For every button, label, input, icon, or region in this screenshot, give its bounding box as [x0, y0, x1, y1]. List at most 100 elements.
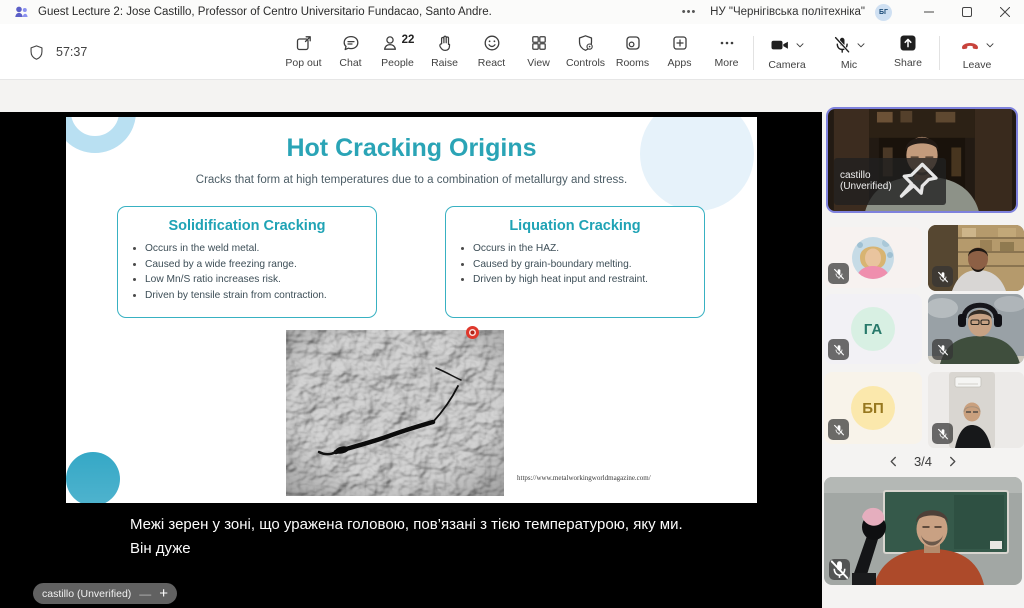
mic-muted-badge — [932, 339, 953, 360]
zoom-in-button[interactable]: + — [159, 587, 168, 600]
pinned-video-castillo[interactable]: castillo (Unverified) — [826, 107, 1018, 213]
view-button[interactable]: View — [515, 28, 562, 70]
bullet-item: Driven by tensile strain from contractio… — [145, 288, 376, 304]
mic-chevron-down-icon[interactable] — [855, 39, 867, 51]
pin-icon — [897, 160, 940, 203]
participant-tile-avatar-photo[interactable] — [824, 227, 922, 288]
rooms-icon — [623, 33, 643, 53]
camera-icon — [769, 35, 791, 55]
live-captions: Межі зерен у зоні, що уражена головою, п… — [130, 513, 730, 561]
mic-label: Mic — [841, 59, 857, 71]
participant-tile-video-2[interactable] — [928, 294, 1024, 364]
bullet-item: Caused by a wide freezing range. — [145, 257, 376, 273]
mic-button[interactable]: Mic — [818, 28, 880, 71]
camera-label: Camera — [768, 59, 805, 71]
participant-video-scene-office — [949, 372, 995, 448]
apps-plus-icon — [670, 33, 690, 53]
pagination-page-indicator: 3/4 — [914, 454, 932, 469]
leave-group: Leave — [944, 28, 1010, 71]
mic-muted-icon — [832, 35, 852, 55]
apps-button[interactable]: Apps — [656, 28, 703, 70]
minimize-button[interactable] — [910, 0, 948, 24]
zoom-out-button[interactable]: — — [139, 589, 151, 599]
people-button[interactable]: 22 People — [374, 28, 421, 70]
controls-button[interactable]: Controls — [562, 28, 609, 70]
share-label: Share — [894, 57, 922, 69]
restore-button[interactable] — [948, 0, 986, 24]
mic-off-icon — [937, 428, 949, 440]
react-button[interactable]: React — [468, 28, 515, 70]
mic-off-icon — [937, 344, 949, 356]
meeting-timer: 57:37 — [56, 45, 87, 59]
camera-button[interactable]: Camera — [756, 28, 818, 71]
pagination-next-button[interactable] — [944, 453, 960, 469]
share-icon — [898, 33, 918, 53]
more-ellipsis-icon — [717, 33, 737, 53]
pagination-prev-button[interactable] — [886, 453, 902, 469]
titlebar-more-icon[interactable]: ••• — [676, 6, 702, 18]
av-controls-group: Camera Mic — [756, 28, 943, 71]
participant-video-scene-chalkboard — [824, 477, 1022, 585]
chat-button[interactable]: Chat — [327, 28, 374, 70]
pop-out-button[interactable]: Pop out — [280, 28, 327, 70]
pop-out-icon — [294, 33, 314, 53]
shield-icon — [28, 44, 45, 61]
org-name[interactable]: НУ "Чернігівська політехніка" — [710, 6, 865, 18]
apps-label: Apps — [668, 57, 692, 69]
leave-button[interactable]: Leave — [944, 28, 1010, 71]
pinned-participant-name: castillo (Unverified) — [840, 170, 892, 192]
meeting-title: Guest Lecture 2: Jose Castillo, Professo… — [38, 6, 492, 18]
participants-sidebar: castillo (Unverified) — [822, 80, 1024, 608]
mic-off-icon — [937, 271, 949, 283]
presentation-slide: Hot Cracking Origins Cracks that form at… — [66, 117, 757, 503]
more-button[interactable]: More — [703, 28, 750, 70]
slide-decor-circle-bottomleft — [66, 452, 120, 503]
image-source-url: https://www.metalworkingworldmagazine.co… — [517, 474, 651, 482]
participant-initials-avatar: БП — [851, 386, 895, 430]
chevron-left-icon — [888, 456, 899, 467]
close-button[interactable] — [986, 0, 1024, 24]
slide-subtitle: Cracks that form at high temperatures du… — [66, 174, 757, 186]
participant-tile-video-chalkboard[interactable] — [824, 477, 1022, 585]
card-heading: Solidification Cracking — [118, 218, 376, 234]
mic-off-icon — [829, 559, 850, 580]
leave-chevron-down-icon[interactable] — [984, 39, 996, 51]
pop-out-label: Pop out — [285, 57, 321, 69]
toolbar-divider-2 — [939, 36, 940, 70]
caption-line: Межі зерен у зоні, що уражена головою, п… — [130, 513, 730, 537]
participant-tile-initials-1[interactable]: ГА — [824, 294, 922, 364]
participant-tile-video-1[interactable] — [928, 225, 1024, 291]
rooms-label: Rooms — [616, 57, 649, 69]
chat-label: Chat — [339, 57, 361, 69]
presenter-name-pill: castillo (Unverified) — + — [33, 583, 177, 604]
slide-decor-circle-topright — [640, 117, 754, 211]
minimize-icon — [924, 7, 934, 17]
raise-hand-button[interactable]: Raise — [421, 28, 468, 70]
liquation-cracking-card: Liquation Cracking Occurs in the HAZ. Ca… — [445, 206, 705, 318]
mic-off-icon — [833, 344, 845, 356]
leave-call-icon — [959, 35, 981, 55]
teams-logo-icon — [13, 4, 29, 20]
chevron-right-icon — [947, 456, 958, 467]
mic-off-icon — [833, 424, 845, 436]
participant-tile-video-3[interactable] — [928, 372, 1024, 448]
mic-muted-badge — [828, 419, 849, 440]
participant-tile-initials-2[interactable]: БП — [824, 372, 922, 444]
bullet-item: Low Mn/S ratio increases risk. — [145, 272, 376, 288]
toolbar-divider — [753, 36, 754, 70]
screen-share-stage: Hot Cracking Origins Cracks that form at… — [0, 112, 822, 608]
rooms-button[interactable]: Rooms — [609, 28, 656, 70]
participant-photo-avatar — [852, 237, 894, 279]
share-button[interactable]: Share — [880, 28, 936, 71]
controls-shield-gear-icon — [576, 33, 596, 53]
mic-off-icon — [833, 268, 845, 280]
bullet-item: Caused by grain-boundary melting. — [473, 257, 704, 273]
react-smiley-icon — [482, 33, 502, 53]
org-avatar[interactable]: БГ — [875, 4, 892, 21]
camera-chevron-down-icon[interactable] — [794, 39, 806, 51]
people-icon — [381, 33, 401, 53]
bullet-item: Driven by high heat input and restraint. — [473, 272, 704, 288]
react-label: React — [478, 57, 505, 69]
controls-label: Controls — [566, 57, 605, 69]
restore-icon — [962, 7, 972, 17]
